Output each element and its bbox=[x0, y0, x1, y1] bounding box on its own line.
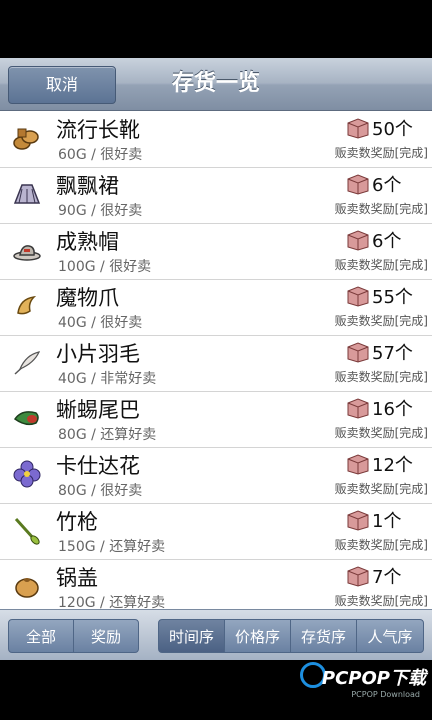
sort-time-button[interactable]: 时间序 bbox=[158, 619, 225, 653]
flower-icon bbox=[13, 460, 41, 488]
item-price: 120G / 还算好卖 bbox=[58, 595, 166, 609]
pot-lid-icon bbox=[15, 578, 39, 598]
list-item[interactable]: 成熟帽 100G / 很好卖 6个 贩卖数奖励[完成] bbox=[0, 223, 432, 280]
item-name: 成熟帽 bbox=[56, 230, 119, 254]
hat-icon bbox=[13, 245, 41, 261]
item-price: 80G / 还算好卖 bbox=[58, 427, 157, 443]
list-item[interactable]: 魔物爪 40G / 很好卖 55个 贩卖数奖励[完成] bbox=[0, 279, 432, 336]
item-name: 卡仕达花 bbox=[56, 454, 140, 478]
box-icon bbox=[347, 454, 369, 475]
item-name: 流行长靴 bbox=[56, 118, 140, 142]
stock-count: 7个 bbox=[372, 567, 402, 588]
box-icon bbox=[347, 566, 369, 587]
reward-status: 贩卖数奖励[完成] bbox=[334, 202, 428, 216]
reward-status: 贩卖数奖励[完成] bbox=[334, 258, 428, 272]
reward-status: 贩卖数奖励[完成] bbox=[334, 426, 428, 440]
stock-count: 50个 bbox=[372, 119, 413, 140]
stock-count: 57个 bbox=[372, 343, 413, 364]
inventory-list[interactable]: 流行长靴 60G / 很好卖 50个 贩卖数奖励[完成] 飘飘裙 90G / 很… bbox=[0, 111, 432, 609]
list-item[interactable]: 蜥蜴尾巴 80G / 还算好卖 16个 贩卖数奖励[完成] bbox=[0, 391, 432, 448]
reward-status: 贩卖数奖励[完成] bbox=[334, 538, 428, 552]
item-price: 80G / 很好卖 bbox=[58, 483, 143, 499]
status-bar bbox=[0, 0, 432, 58]
reward-status: 贩卖数奖励[完成] bbox=[334, 482, 428, 496]
stock-count: 6个 bbox=[372, 231, 402, 252]
list-item[interactable]: 竹枪 150G / 还算好卖 1个 贩卖数奖励[完成] bbox=[0, 503, 432, 560]
filter-reward-button[interactable]: 奖励 bbox=[73, 619, 139, 653]
reward-status: 贩卖数奖励[完成] bbox=[334, 314, 428, 328]
item-name: 飘飘裙 bbox=[56, 174, 119, 198]
list-item[interactable]: 小片羽毛 40G / 非常好卖 57个 贩卖数奖励[完成] bbox=[0, 335, 432, 392]
sort-popular-button[interactable]: 人气序 bbox=[356, 619, 424, 653]
watermark-text: PCPOP下载 bbox=[321, 668, 426, 689]
item-price: 40G / 很好卖 bbox=[58, 315, 143, 331]
bottom-toolbar: 全部 奖励 时间序 价格序 存货序 人气序 bbox=[0, 609, 432, 660]
stock-count: 55个 bbox=[372, 287, 413, 308]
item-price: 150G / 还算好卖 bbox=[58, 539, 166, 555]
sort-price-button[interactable]: 价格序 bbox=[224, 619, 291, 653]
reward-status: 贩卖数奖励[完成] bbox=[334, 146, 428, 160]
list-item[interactable]: 卡仕达花 80G / 很好卖 12个 贩卖数奖励[完成] bbox=[0, 447, 432, 504]
stock-count: 6个 bbox=[372, 175, 402, 196]
box-icon bbox=[347, 118, 369, 139]
item-name: 小片羽毛 bbox=[56, 342, 140, 366]
reward-status: 贩卖数奖励[完成] bbox=[334, 370, 428, 384]
list-item[interactable]: 锅盖 120G / 还算好卖 7个 贩卖数奖励[完成] bbox=[0, 559, 432, 609]
stock-count: 1个 bbox=[372, 511, 402, 532]
box-icon bbox=[347, 174, 369, 195]
filter-all-button[interactable]: 全部 bbox=[8, 619, 74, 653]
skirt-icon bbox=[13, 184, 41, 204]
item-price: 90G / 很好卖 bbox=[58, 203, 143, 219]
box-icon bbox=[347, 230, 369, 251]
stock-count: 16个 bbox=[372, 399, 413, 420]
item-name: 魔物爪 bbox=[56, 286, 119, 310]
item-name: 蜥蜴尾巴 bbox=[56, 398, 140, 422]
reward-status: 贩卖数奖励[完成] bbox=[334, 594, 428, 608]
item-name: 锅盖 bbox=[56, 566, 98, 590]
item-price: 100G / 很好卖 bbox=[58, 259, 152, 275]
stock-count: 12个 bbox=[372, 455, 413, 476]
box-icon bbox=[347, 286, 369, 307]
watermark-subtext: PCPOP Download bbox=[351, 690, 420, 699]
lizard-tail-icon bbox=[13, 411, 39, 426]
box-icon bbox=[347, 398, 369, 419]
item-name: 竹枪 bbox=[56, 510, 98, 534]
box-icon bbox=[347, 510, 369, 531]
box-icon bbox=[347, 342, 369, 363]
claw-icon bbox=[17, 295, 37, 315]
item-price: 60G / 很好卖 bbox=[58, 147, 143, 163]
bamboo-spear-icon bbox=[14, 517, 40, 545]
cancel-button[interactable]: 取消 bbox=[8, 66, 116, 104]
boots-icon bbox=[13, 128, 39, 150]
list-item[interactable]: 飘飘裙 90G / 很好卖 6个 贩卖数奖励[完成] bbox=[0, 167, 432, 224]
item-price: 40G / 非常好卖 bbox=[58, 371, 157, 387]
feather-icon bbox=[14, 351, 41, 375]
list-item[interactable]: 流行长靴 60G / 很好卖 50个 贩卖数奖励[完成] bbox=[0, 111, 432, 168]
sort-stock-button[interactable]: 存货序 bbox=[290, 619, 357, 653]
header-bar: 取消 存货一览 bbox=[0, 58, 432, 111]
